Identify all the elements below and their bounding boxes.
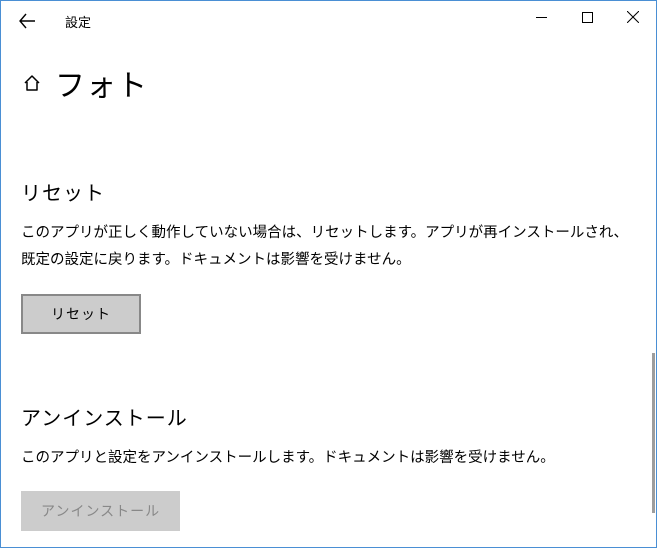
reset-description: このアプリが正しく動作していない場合は、リセットします。アプリが再インストールさ…	[21, 220, 636, 274]
reset-title: リセット	[21, 177, 636, 206]
maximize-icon	[582, 12, 593, 23]
maximize-button[interactable]	[564, 1, 610, 33]
window-title: 設定	[65, 12, 91, 31]
close-icon	[627, 11, 639, 23]
arrow-left-icon	[18, 12, 36, 30]
minimize-button[interactable]	[518, 1, 564, 33]
uninstall-title: アンインストール	[21, 402, 636, 431]
back-button[interactable]	[7, 1, 47, 41]
scrollbar[interactable]	[652, 353, 655, 513]
uninstall-description: このアプリと設定をアンインストールします。ドキュメントは影響を受けません。	[21, 445, 636, 472]
uninstall-button: アンインストール	[21, 491, 180, 531]
reset-button[interactable]: リセット	[21, 294, 141, 334]
uninstall-section: アンインストール このアプリと設定をアンインストールします。ドキュメントは影響を…	[21, 402, 636, 532]
close-button[interactable]	[610, 1, 656, 33]
content-area: リセット このアプリが正しく動作していない場合は、リセットします。アプリが再イン…	[1, 177, 656, 531]
window-controls	[518, 1, 656, 33]
titlebar: 設定	[1, 1, 656, 41]
home-icon[interactable]	[21, 72, 43, 94]
page-header: フォト	[1, 41, 656, 115]
page-title: フォト	[55, 61, 148, 105]
reset-section: リセット このアプリが正しく動作していない場合は、リセットします。アプリが再イン…	[21, 177, 636, 334]
minimize-icon	[536, 12, 547, 23]
